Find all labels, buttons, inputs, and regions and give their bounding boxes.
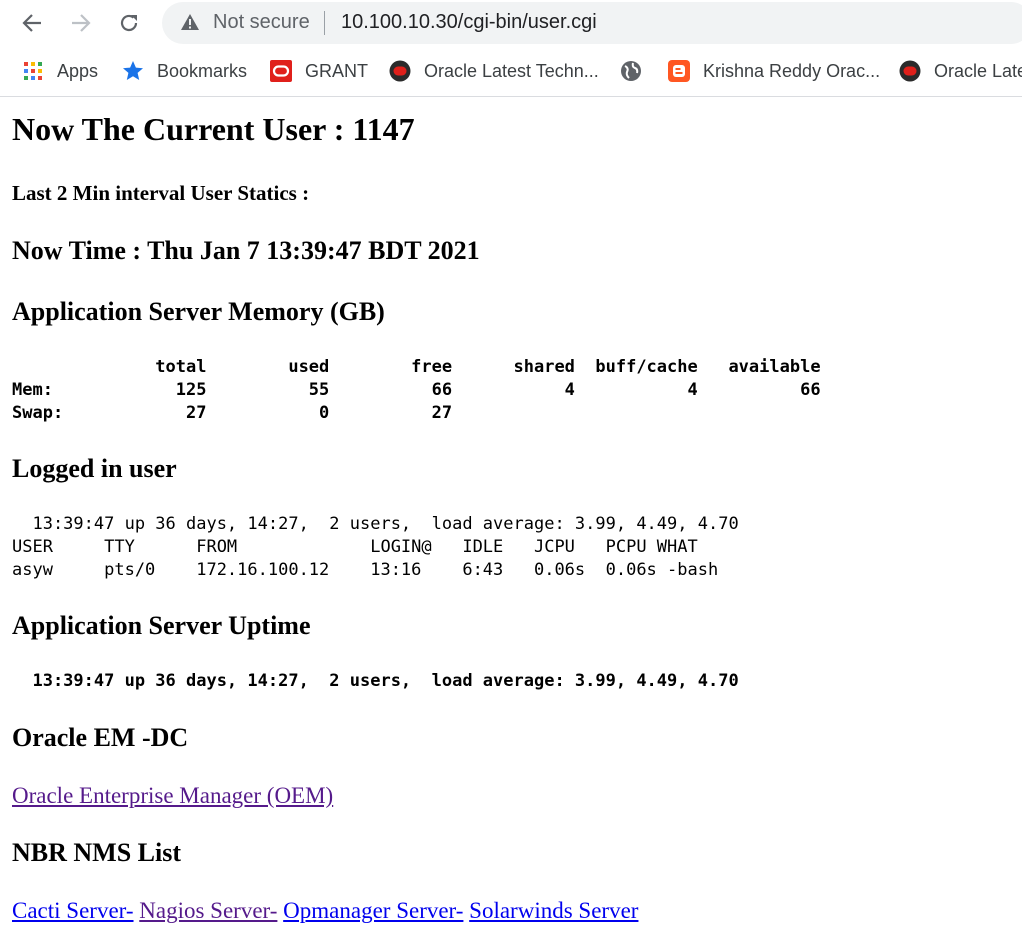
oem-links: Oracle Enterprise Manager (OEM) [12,783,333,809]
oracle-red-icon [270,60,292,82]
globe-icon [620,60,642,82]
apps-grid-icon [22,60,44,82]
omnibox-divider [324,11,325,35]
bookmark-label: Bookmarks [157,61,248,81]
bookmark-bookmarks[interactable]: Bookmarks [122,58,247,84]
bookmark-label: GRANT [305,61,368,81]
reload-icon [120,14,138,32]
security-status[interactable]: Not secure [213,11,310,34]
bookmark-oracle-latest[interactable]: Oracle Latest Techn... [389,58,599,84]
back-button[interactable] [17,8,47,38]
oem-link[interactable]: Oracle Enterprise Manager (OEM) [12,783,333,808]
warning-icon [180,13,200,37]
logged-in-heading: Logged in user [12,454,177,483]
memory-table: total used free shared buff/cache availa… [12,357,821,423]
bookmarks-bar: Apps Bookmarks GRANT Oracle Latest Techn… [0,46,1022,97]
solarwinds-server-link[interactable]: Solarwinds Server [469,898,638,923]
forward-arrow-icon [72,14,91,32]
url-text[interactable]: 10.100.10.30/cgi-bin/user.cgi [341,11,597,34]
bookmark-label: Oracle Latest Techn... [424,61,599,81]
bookmark-label: Krishna Reddy Orac... [703,61,881,81]
bookmark-krishna-reddy[interactable]: Krishna Reddy Orac... [668,58,880,84]
oracle-dark-icon [389,60,411,82]
bookmark-apps[interactable]: Apps [22,58,98,84]
browser-toolbar: Not secure 10.100.10.30/cgi-bin/user.cgi [0,0,1022,46]
opmanager-server-link[interactable]: Opmanager Server- [283,898,463,923]
bookmark-globe[interactable] [620,58,655,84]
bookmark-label: Oracle Late [934,61,1022,81]
back-arrow-icon [22,14,41,32]
reload-button[interactable] [114,8,144,38]
memory-heading: Application Server Memory (GB) [12,297,385,326]
oem-heading: Oracle EM -DC [12,723,189,752]
nms-heading: NBR NMS List [12,838,182,867]
bookmark-oracle-late[interactable]: Oracle Late [899,58,1022,84]
uptime-heading: Application Server Uptime [12,611,311,640]
bookmark-label: Apps [57,61,99,81]
interval-heading: Last 2 Min interval User Statics : [12,181,310,205]
nms-links: Cacti Server- Nagios Server- Opmanager S… [12,898,638,924]
blogger-icon [668,60,690,82]
cacti-server-link[interactable]: Cacti Server- [12,898,134,923]
bookmark-grant[interactable]: GRANT [270,58,368,84]
star-icon [122,60,144,82]
logged-in-output: 13:39:47 up 36 days, 14:27, 2 users, loa… [12,514,739,580]
oracle-dark-icon [899,60,921,82]
nagios-server-link[interactable]: Nagios Server- [139,898,277,923]
uptime-output: 13:39:47 up 36 days, 14:27, 2 users, loa… [12,671,739,691]
current-user-heading: Now The Current User : 1147 [12,111,415,147]
time-heading: Now Time : Thu Jan 7 13:39:47 BDT 2021 [12,236,480,265]
forward-button[interactable] [66,8,96,38]
address-bar[interactable]: Not secure 10.100.10.30/cgi-bin/user.cgi [162,2,1022,44]
